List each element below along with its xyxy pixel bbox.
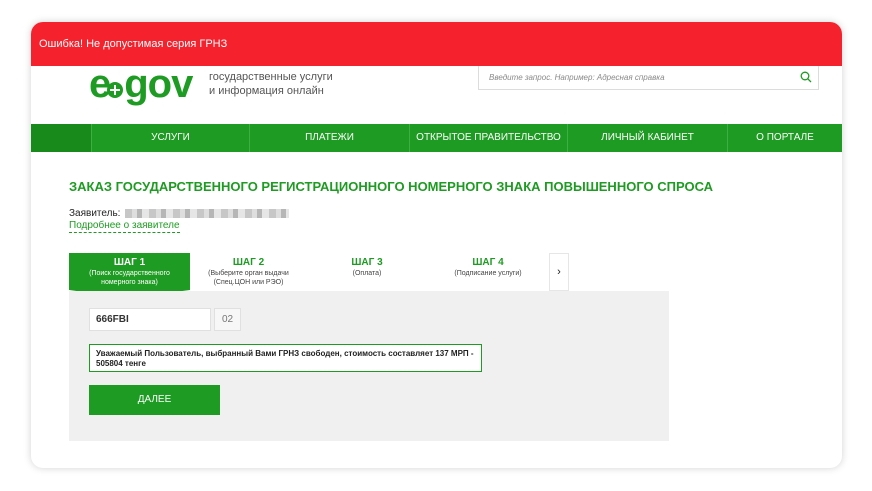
step-3-title: ШАГ 3 xyxy=(351,257,383,268)
step-1-subtitle-1: (Поиск государственного xyxy=(89,270,170,277)
next-button[interactable]: ДАЛЕЕ xyxy=(89,385,220,415)
region-code-field[interactable]: 02 xyxy=(214,308,241,331)
error-banner: Ошибка! Не допустимая серия ГРНЗ xyxy=(31,22,842,66)
error-text: Ошибка! Не допустимая серия ГРНЗ xyxy=(39,38,228,50)
main-nav: Услуги Платежи Открытое правительство Ли… xyxy=(31,124,842,152)
egov-logo[interactable]: e gov xyxy=(89,64,193,104)
step-1-title: ШАГ 1 xyxy=(113,257,146,268)
steps-next-chevron-icon[interactable]: › xyxy=(549,253,569,291)
nav-item-personal-account[interactable]: Личный кабинет xyxy=(567,124,727,152)
step-2[interactable]: ШАГ 2 (Выберите орган выдачи (Спец.ЦОН и… xyxy=(190,253,307,291)
applicant-row: Заявитель: xyxy=(69,208,290,219)
step-2-subtitle-1: (Выберите орган выдачи xyxy=(208,270,289,277)
search-input[interactable] xyxy=(479,66,779,88)
page-title: ЗАКАЗ ГОСУДАРСТВЕННОГО РЕГИСТРАЦИОННОГО … xyxy=(69,179,714,194)
logo-e: e xyxy=(89,62,111,106)
step-1-subtitle-2: номерного знака) xyxy=(101,279,158,286)
tagline-line-2: и информация онлайн xyxy=(209,85,324,97)
search-box xyxy=(478,66,819,90)
step-2-subtitle-2: (Спец.ЦОН или РЭО) xyxy=(213,279,284,286)
applicant-label: Заявитель: xyxy=(69,208,121,219)
nav-item-services[interactable]: Услуги xyxy=(91,124,249,152)
step-4-subtitle-1: (Подписание услуги) xyxy=(454,270,522,277)
step-4-title: ШАГ 4 xyxy=(472,257,504,268)
nav-item-about-portal[interactable]: О портале xyxy=(727,124,842,152)
applicant-details-link[interactable]: Подробнее о заявителе xyxy=(69,220,180,233)
step-3-subtitle-1: (Оплата) xyxy=(352,270,382,277)
logo-plus-icon xyxy=(107,82,124,99)
step-2-title: ШАГ 2 xyxy=(232,257,265,268)
logo-gov: gov xyxy=(124,62,193,106)
step-1[interactable]: ШАГ 1 (Поиск государственного номерного … xyxy=(69,253,190,298)
tagline-line-1: государственные услуги xyxy=(209,71,333,83)
nav-item-payments[interactable]: Платежи xyxy=(249,124,409,152)
nav-item-open-government[interactable]: Открытое правительство xyxy=(409,124,567,152)
applicant-name-redacted xyxy=(125,208,290,218)
step-3[interactable]: ШАГ 3 (Оплата) xyxy=(307,253,427,291)
steps-bar: ШАГ 1 (Поиск государственного номерного … xyxy=(69,253,569,298)
plate-number-input[interactable]: 666FBI xyxy=(89,308,211,331)
step-4[interactable]: ШАГ 4 (Подписание услуги) xyxy=(427,253,549,291)
nav-home[interactable] xyxy=(31,124,91,152)
availability-notice: Уважаемый Пользователь, выбранный Вами Г… xyxy=(89,344,482,372)
tagline: государственные услуги и информация онла… xyxy=(209,70,333,98)
search-icon[interactable] xyxy=(800,71,812,83)
